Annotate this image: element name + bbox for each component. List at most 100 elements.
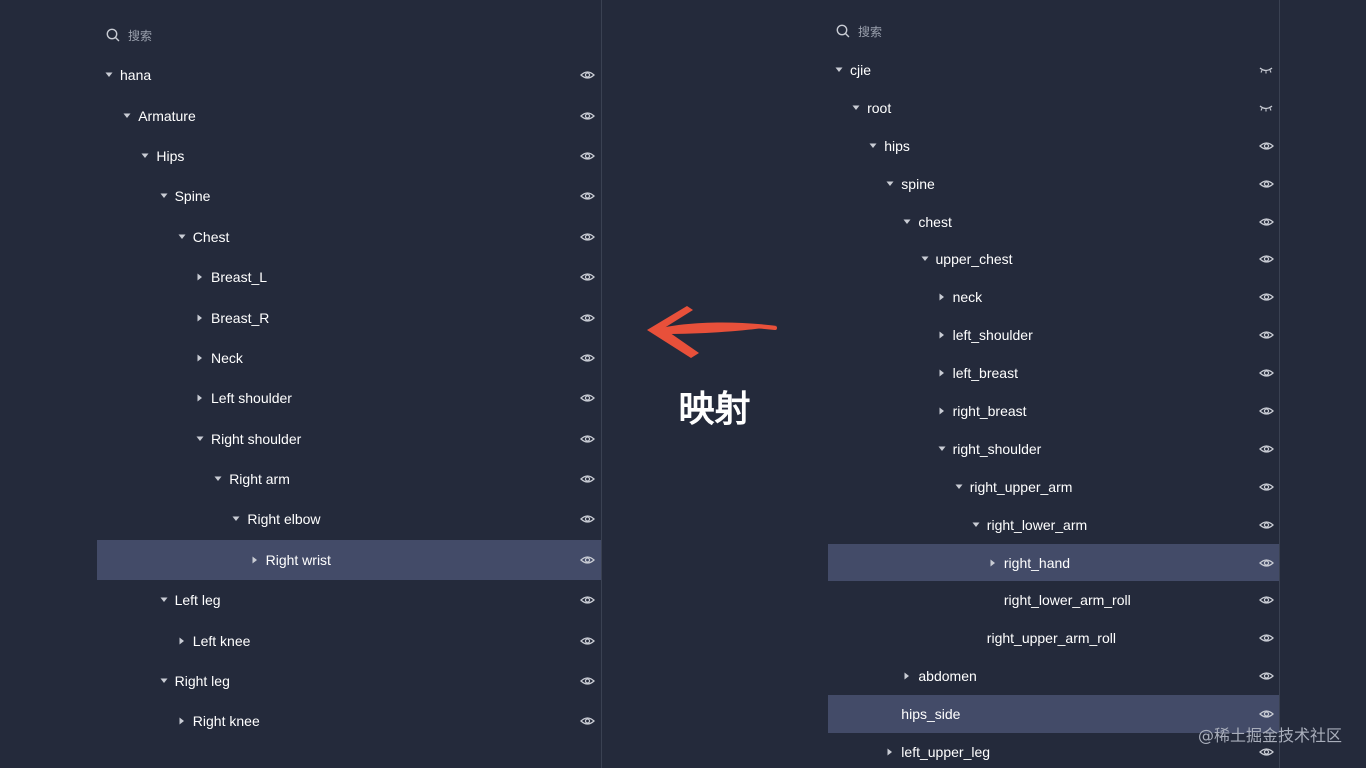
- eye-icon[interactable]: [1258, 291, 1274, 303]
- tree-row-breast-l[interactable]: Breast_L: [97, 257, 601, 297]
- tree-row-right-hand[interactable]: right_hand: [828, 543, 1279, 582]
- caret-down-icon[interactable]: [867, 140, 879, 152]
- eye-icon[interactable]: [579, 675, 595, 687]
- caret-down-icon[interactable]: [176, 231, 188, 243]
- eye-icon[interactable]: [579, 352, 595, 364]
- caret-right-icon[interactable]: [884, 746, 896, 758]
- eye-icon[interactable]: [579, 271, 595, 283]
- eye-icon[interactable]: [1258, 481, 1274, 493]
- tree-row-right-lower-arm-roll[interactable]: right_lower_arm_roll: [828, 581, 1279, 619]
- eye-icon[interactable]: [579, 513, 595, 525]
- tree-row-neck[interactable]: Neck: [97, 338, 601, 378]
- eye-closed-icon[interactable]: [1258, 64, 1274, 76]
- caret-down-icon[interactable]: [158, 190, 170, 202]
- caret-right-icon[interactable]: [987, 557, 999, 569]
- caret-down-icon[interactable]: [850, 102, 862, 114]
- caret-down-icon[interactable]: [884, 178, 896, 190]
- caret-right-icon[interactable]: [176, 715, 188, 727]
- eye-icon[interactable]: [579, 231, 595, 243]
- eye-icon[interactable]: [1258, 594, 1274, 606]
- caret-down-icon[interactable]: [194, 433, 206, 445]
- tree-row-abdomen[interactable]: abdomen: [828, 657, 1279, 695]
- caret-right-icon[interactable]: [936, 405, 948, 417]
- eye-icon[interactable]: [579, 554, 595, 566]
- eye-icon[interactable]: [579, 69, 595, 81]
- eye-icon[interactable]: [579, 473, 595, 485]
- eye-icon[interactable]: [579, 392, 595, 404]
- caret-down-icon[interactable]: [919, 253, 931, 265]
- eye-icon[interactable]: [579, 715, 595, 727]
- caret-down-icon[interactable]: [121, 110, 133, 122]
- tree-row-upper-chest[interactable]: upper_chest: [828, 240, 1279, 278]
- tree-row-chest[interactable]: Chest: [97, 217, 601, 257]
- caret-right-icon[interactable]: [936, 329, 948, 341]
- caret-down-icon[interactable]: [139, 150, 151, 162]
- tree-row-spine[interactable]: Spine: [97, 176, 601, 216]
- eye-icon[interactable]: [1258, 632, 1274, 644]
- caret-right-icon[interactable]: [194, 392, 206, 404]
- caret-down-icon[interactable]: [103, 69, 115, 81]
- tree-row-right-knee[interactable]: Right knee: [97, 701, 601, 741]
- caret-right-icon[interactable]: [194, 352, 206, 364]
- eye-icon[interactable]: [1258, 405, 1274, 417]
- caret-right-icon[interactable]: [194, 312, 206, 324]
- tree-row-right-lower-arm[interactable]: right_lower_arm: [828, 506, 1279, 544]
- tree-row-left-leg[interactable]: Left leg: [97, 580, 601, 620]
- caret-down-icon[interactable]: [230, 513, 242, 525]
- tree-row-left-shoulder[interactable]: Left shoulder: [97, 378, 601, 418]
- tree-row-right-elbow[interactable]: Right elbow: [97, 499, 601, 539]
- tree-row-right-leg[interactable]: Right leg: [97, 661, 601, 701]
- eye-icon[interactable]: [1258, 253, 1274, 265]
- tree-row-breast-r[interactable]: Breast_R: [97, 297, 601, 337]
- caret-down-icon[interactable]: [158, 675, 170, 687]
- eye-icon[interactable]: [579, 433, 595, 445]
- tree-row-hana[interactable]: hana: [97, 55, 601, 95]
- eye-icon[interactable]: [579, 635, 595, 647]
- caret-right-icon[interactable]: [249, 554, 261, 566]
- tree-row-spine[interactable]: spine: [828, 165, 1279, 203]
- eye-closed-icon[interactable]: [1258, 102, 1274, 114]
- eye-icon[interactable]: [1258, 746, 1274, 758]
- eye-icon[interactable]: [579, 110, 595, 122]
- eye-icon[interactable]: [1258, 519, 1274, 531]
- caret-down-icon[interactable]: [936, 443, 948, 455]
- eye-icon[interactable]: [579, 312, 595, 324]
- caret-down-icon[interactable]: [901, 216, 913, 228]
- tree-row-right-upper-arm[interactable]: right_upper_arm: [828, 468, 1279, 506]
- tree-row-right-shoulder[interactable]: right_shoulder: [828, 430, 1279, 468]
- eye-icon[interactable]: [1258, 178, 1274, 190]
- search-bar-left[interactable]: 搜索: [97, 22, 601, 48]
- tree-row-neck[interactable]: neck: [828, 278, 1279, 316]
- tree-row-left-breast[interactable]: left_breast: [828, 354, 1279, 392]
- tree-row-right-shoulder[interactable]: Right shoulder: [97, 419, 601, 459]
- eye-icon[interactable]: [1258, 367, 1274, 379]
- search-input-left[interactable]: 搜索: [128, 27, 152, 44]
- caret-down-icon[interactable]: [833, 64, 845, 76]
- caret-right-icon[interactable]: [176, 635, 188, 647]
- eye-icon[interactable]: [579, 190, 595, 202]
- tree-row-right-arm[interactable]: Right arm: [97, 459, 601, 499]
- eye-icon[interactable]: [1258, 329, 1274, 341]
- tree-row-left-knee[interactable]: Left knee: [97, 620, 601, 660]
- eye-icon[interactable]: [1258, 670, 1274, 682]
- caret-right-icon[interactable]: [901, 670, 913, 682]
- eye-icon[interactable]: [1258, 557, 1274, 569]
- eye-icon[interactable]: [1258, 216, 1274, 228]
- tree-row-chest[interactable]: chest: [828, 203, 1279, 241]
- tree-row-left-shoulder[interactable]: left_shoulder: [828, 316, 1279, 354]
- tree-row-armature[interactable]: Armature: [97, 95, 601, 135]
- eye-icon[interactable]: [1258, 708, 1274, 720]
- caret-right-icon[interactable]: [194, 271, 206, 283]
- tree-row-hips[interactable]: hips: [828, 127, 1279, 165]
- search-input-right[interactable]: 搜索: [858, 23, 882, 40]
- search-bar-right[interactable]: 搜索: [828, 18, 1279, 44]
- caret-right-icon[interactable]: [936, 367, 948, 379]
- eye-icon[interactable]: [579, 150, 595, 162]
- eye-icon[interactable]: [1258, 140, 1274, 152]
- tree-row-hips[interactable]: Hips: [97, 136, 601, 176]
- caret-down-icon[interactable]: [953, 481, 965, 493]
- tree-row-right-wrist[interactable]: Right wrist: [97, 539, 601, 581]
- eye-icon[interactable]: [579, 594, 595, 606]
- tree-row-right-upper-arm-roll[interactable]: right_upper_arm_roll: [828, 619, 1279, 657]
- eye-icon[interactable]: [1258, 443, 1274, 455]
